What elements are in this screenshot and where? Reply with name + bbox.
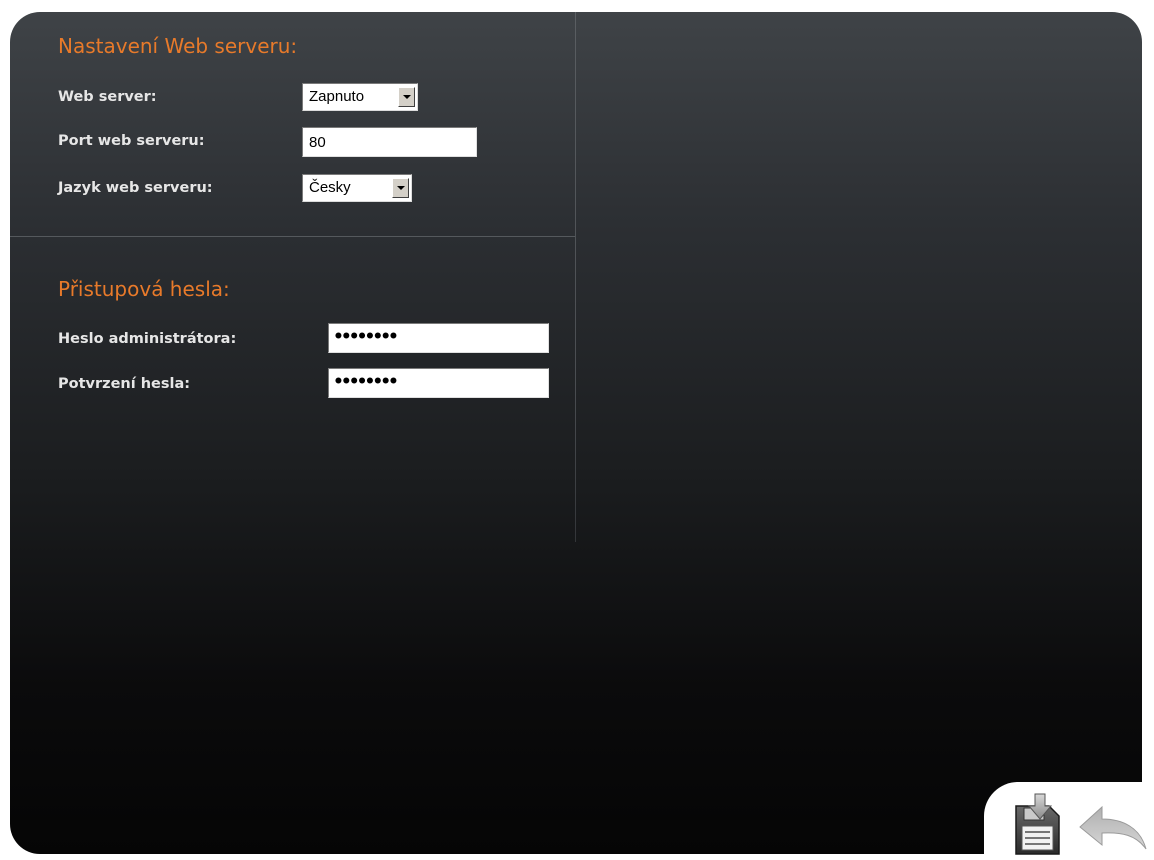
web-server-label: Web server:: [58, 89, 157, 105]
web-server-select[interactable]: Zapnuto: [302, 83, 418, 111]
chevron-down-icon[interactable]: [398, 87, 415, 107]
confirm-password-label: Potvrzení hesla:: [58, 376, 191, 392]
language-label: Jazyk web serveru:: [58, 180, 213, 196]
save-floppy-icon: [1015, 793, 1060, 855]
passwords-section-title: Přistupová hesla:: [58, 277, 230, 301]
admin-password-mask: ••••••••: [333, 327, 399, 347]
language-select[interactable]: Česky: [302, 174, 412, 202]
port-label: Port web serveru:: [58, 133, 205, 149]
section-divider: [10, 236, 575, 237]
web-server-selected-value: Zapnuto: [309, 88, 365, 105]
back-button[interactable]: [1078, 805, 1148, 853]
back-arrow-icon: [1079, 805, 1147, 850]
confirm-password-mask: ••••••••: [333, 372, 399, 392]
port-input[interactable]: [302, 127, 477, 157]
language-selected-value: Česky: [309, 179, 351, 196]
admin-password-field[interactable]: ••••••••: [328, 323, 549, 353]
confirm-password-field[interactable]: ••••••••: [328, 368, 549, 398]
admin-password-label: Heslo administrátora:: [58, 331, 237, 347]
web-server-section-title: Nastavení Web serveru:: [58, 34, 298, 58]
save-button[interactable]: [1013, 792, 1063, 856]
chevron-down-icon[interactable]: [392, 178, 409, 198]
vertical-divider: [575, 12, 576, 542]
settings-panel: Nastavení Web serveru: Web server: Zapnu…: [10, 12, 1142, 854]
